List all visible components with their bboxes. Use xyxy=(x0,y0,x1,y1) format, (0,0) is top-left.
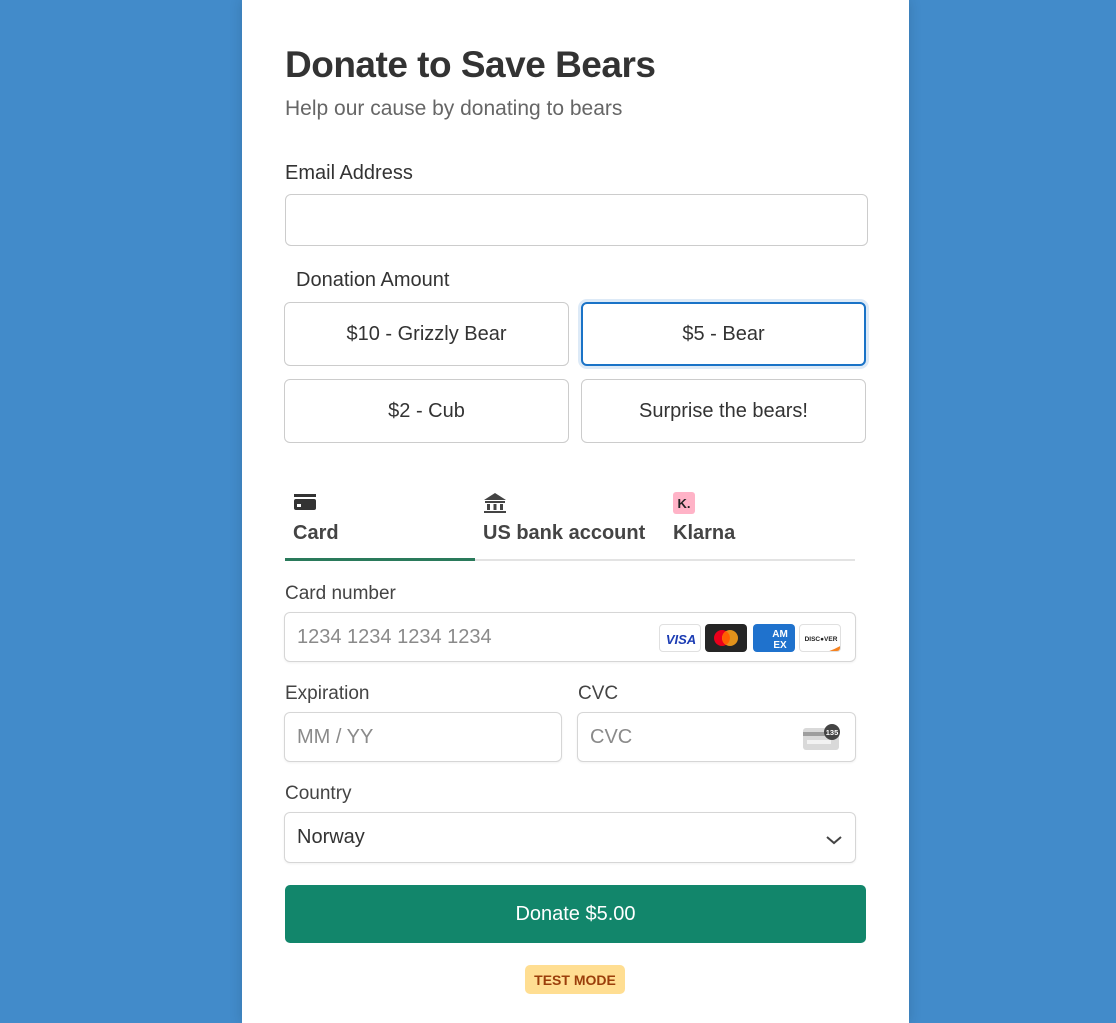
page-subtitle: Help our cause by donating to bears xyxy=(285,97,623,120)
donate-button-label: Donate $5.00 xyxy=(515,902,636,925)
tab-klarna-label: Klarna xyxy=(673,522,736,544)
bank-icon xyxy=(483,492,507,518)
mastercard-icon xyxy=(705,624,747,652)
card-number-placeholder: 1234 1234 1234 1234 xyxy=(297,625,492,648)
tab-klarna[interactable]: K. Klarna xyxy=(665,488,855,560)
klarna-icon: K. xyxy=(673,492,695,514)
chevron-down-icon xyxy=(825,831,843,850)
active-tab-indicator xyxy=(285,558,475,561)
country-label: Country xyxy=(285,783,352,804)
amount-option-surprise[interactable]: Surprise the bears! xyxy=(581,379,866,443)
discover-icon: DISC●VER xyxy=(799,624,841,652)
svg-text:AM: AM xyxy=(772,629,788,640)
amount-option-bear[interactable]: $5 - Bear xyxy=(581,302,866,366)
payment-method-tabs: Card US bank account K. Klarna xyxy=(285,488,855,562)
country-select[interactable]: Norway xyxy=(284,812,856,863)
amount-option-label: $2 - Cub xyxy=(388,399,465,422)
credit-card-icon xyxy=(293,492,317,516)
expiration-placeholder: MM / YY xyxy=(297,725,374,748)
page-title: Donate to Save Bears xyxy=(285,44,656,85)
test-mode-badge: TEST MODE xyxy=(525,965,625,994)
card-number-input[interactable]: 1234 1234 1234 1234 VISA AM EX DISC●VER xyxy=(284,612,856,662)
email-input[interactable] xyxy=(285,194,868,246)
amount-option-cub[interactable]: $2 - Cub xyxy=(284,379,569,443)
expiration-input[interactable]: MM / YY xyxy=(284,712,562,762)
visa-icon: VISA xyxy=(659,624,701,652)
amount-option-label: $10 - Grizzly Bear xyxy=(346,322,507,345)
svg-text:DISC●VER: DISC●VER xyxy=(805,636,838,643)
donation-panel: Donate to Save Bears Help our cause by d… xyxy=(242,0,909,1023)
amount-option-grizzly-bear[interactable]: $10 - Grizzly Bear xyxy=(284,302,569,366)
donation-amount-label: Donation Amount xyxy=(296,269,450,291)
svg-text:VISA: VISA xyxy=(666,632,696,647)
svg-text:EX: EX xyxy=(773,640,787,651)
svg-text:135: 135 xyxy=(826,728,839,737)
cvc-input[interactable]: CVC 135 xyxy=(577,712,856,762)
amex-icon: AM EX xyxy=(753,624,795,652)
card-number-label: Card number xyxy=(285,583,396,604)
amount-option-label: $5 - Bear xyxy=(682,322,765,345)
tab-us-bank-account[interactable]: US bank account xyxy=(475,488,665,560)
tab-card-label: Card xyxy=(293,522,339,544)
expiration-label: Expiration xyxy=(285,683,370,704)
cvc-placeholder: CVC xyxy=(590,725,633,748)
tab-card[interactable]: Card xyxy=(285,488,475,560)
tab-us-bank-account-label: US bank account xyxy=(483,522,646,544)
donate-button[interactable]: Donate $5.00 xyxy=(285,885,866,943)
email-label: Email Address xyxy=(285,162,413,184)
cvc-label: CVC xyxy=(578,683,619,704)
cvc-card-icon: 135 xyxy=(801,722,843,756)
amount-option-label: Surprise the bears! xyxy=(639,399,808,422)
test-mode-label: TEST MODE xyxy=(534,971,616,988)
country-value: Norway xyxy=(297,826,365,848)
